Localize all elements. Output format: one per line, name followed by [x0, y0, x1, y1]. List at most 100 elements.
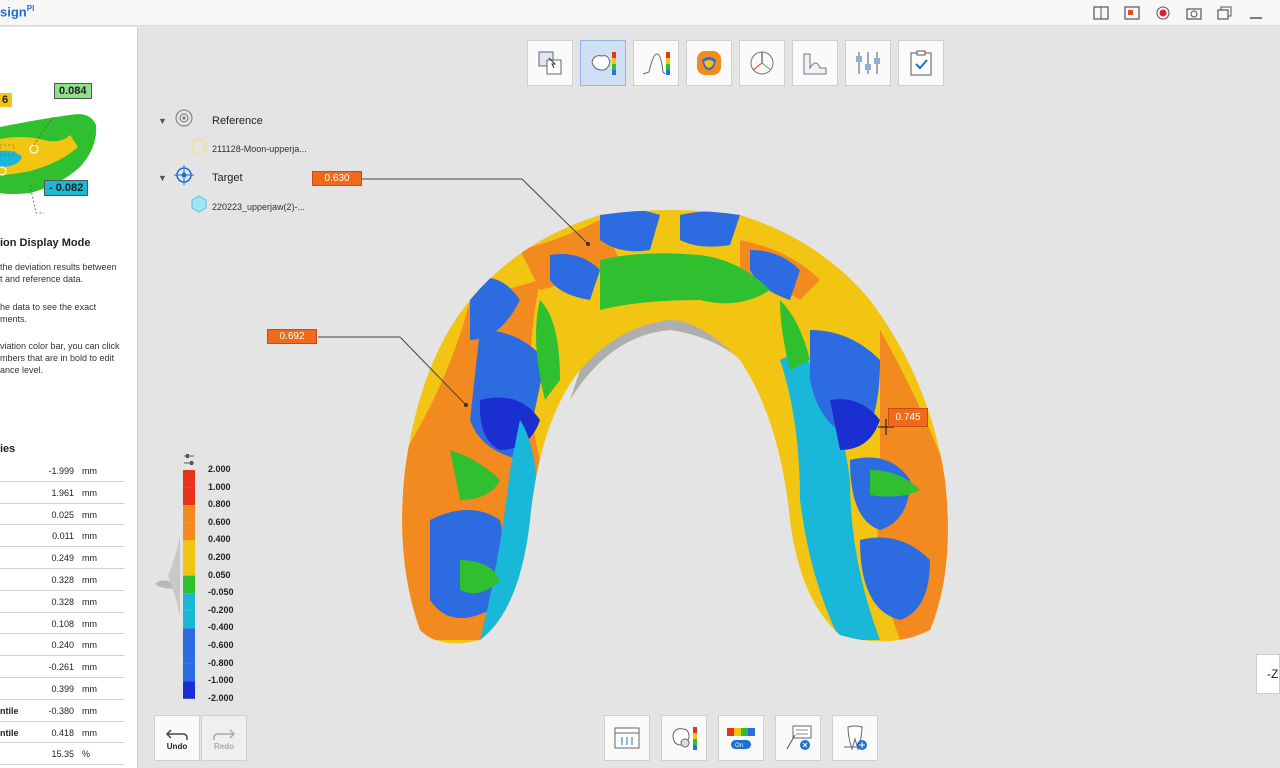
bottom-toolbar: On — [604, 715, 878, 761]
restore-window-icon[interactable] — [1215, 3, 1235, 23]
statistics-value: 0.328 — [51, 596, 74, 607]
camera-icon[interactable] — [1184, 3, 1204, 23]
undo-button[interactable]: Undo — [154, 715, 200, 761]
tree-reference-node[interactable]: ▼ Reference — [158, 108, 263, 133]
statistics-label: ntile — [0, 727, 19, 738]
select-data-tool[interactable] — [527, 40, 573, 86]
deviation-color-tool[interactable] — [580, 40, 626, 86]
collapse-arrow-icon[interactable]: ▼ — [158, 173, 172, 183]
histogram-tool[interactable] — [633, 40, 679, 86]
statistics-row: 0.328 mm — [0, 591, 124, 613]
color-bar-segment[interactable] — [183, 505, 195, 523]
description-line: ments. — [0, 314, 28, 324]
statistics-value: -0.380 — [48, 705, 74, 716]
color-bar-tick-label[interactable]: 0.800 — [208, 499, 231, 509]
hexagon-icon[interactable] — [190, 195, 212, 218]
color-bar-tick-label[interactable]: 0.050 — [208, 570, 231, 580]
title-bar: signPI — [0, 0, 1280, 26]
axis-align-tool[interactable] — [739, 40, 785, 86]
statistics-value: 0.399 — [51, 683, 74, 694]
data-view-tool[interactable] — [604, 715, 650, 761]
report-checklist-tool[interactable] — [898, 40, 944, 86]
color-bar-tick-label[interactable]: 1.000 — [208, 482, 231, 492]
tree-target-file[interactable]: 220223_upperjaw(2)-... — [190, 195, 305, 218]
color-bar-tick-label[interactable]: 0.400 — [208, 534, 231, 544]
thumbnail-max-label: 0.084 — [54, 83, 92, 99]
statistics-value: 0.249 — [51, 553, 74, 564]
minimize-icon[interactable] — [1246, 3, 1266, 23]
description-line: t and reference data. — [0, 274, 84, 284]
deviation-callout[interactable]: 0.745 — [888, 408, 928, 427]
statistics-unit: mm — [82, 509, 97, 520]
statistics-row: 0.011 mm — [0, 525, 124, 548]
remove-annotation-tool[interactable] — [775, 715, 821, 761]
color-bar-segment[interactable] — [183, 610, 195, 629]
statistics-unit: mm — [82, 662, 97, 673]
statistics-value: 0.418 — [51, 727, 74, 738]
color-bar-segment[interactable] — [183, 470, 195, 488]
color-bar-segment[interactable] — [183, 487, 195, 506]
collapse-arrow-icon[interactable]: ▼ — [158, 116, 172, 126]
statistics-value: -0.261 — [48, 662, 74, 673]
deviation-callout[interactable]: 0.692 — [267, 329, 317, 344]
visibility-toggle-icon[interactable] — [190, 137, 212, 160]
statistics-value: 1.961 — [51, 487, 74, 498]
statistics-value: 0.240 — [51, 640, 74, 651]
color-bar-tick-label[interactable]: -0.200 — [208, 605, 234, 615]
help-book-icon[interactable] — [1091, 3, 1111, 23]
statistics-row: -1.999 mm — [0, 460, 124, 482]
color-bar-tick-label[interactable]: -0.600 — [208, 640, 234, 650]
color-bar-tick-label[interactable]: 2.000 — [208, 464, 231, 474]
color-bar-tick-label[interactable]: -0.400 — [208, 622, 234, 632]
color-bar-segment[interactable] — [183, 663, 195, 682]
cross-section-tool[interactable] — [792, 40, 838, 86]
tree-reference-file[interactable]: 211128-Moon-upperja... — [190, 137, 307, 160]
statistics-row: 0.025 mm — [0, 504, 124, 526]
statistics-title: ies — [0, 443, 16, 455]
window-controls — [1091, 3, 1266, 23]
description-line: mbers that are in bold to edit — [0, 353, 115, 363]
view-orientation-widget[interactable]: -Z — [1256, 654, 1280, 694]
statistics-unit: mm — [82, 683, 97, 694]
color-bar-segment[interactable] — [183, 522, 195, 541]
main-toolbar — [527, 40, 944, 86]
statistics-value: 0.025 — [51, 509, 74, 520]
tooth-map-tool[interactable] — [686, 40, 732, 86]
statistics-unit: mm — [82, 487, 97, 498]
color-setting-tool[interactable] — [661, 715, 707, 761]
statistics-unit: mm — [82, 531, 97, 542]
statistics-row: ntile -0.380 mm — [0, 700, 124, 722]
color-bar-segment[interactable] — [183, 628, 195, 646]
reference-icon — [172, 108, 212, 133]
color-bar-tick-label[interactable]: -2.000 — [208, 693, 234, 703]
description-line: viation color bar, you can click — [0, 341, 120, 351]
deviation-callout[interactable]: 0.630 — [312, 171, 362, 186]
deviation-color-bar[interactable] — [150, 466, 200, 706]
color-bar-tick-label[interactable]: 0.200 — [208, 552, 231, 562]
color-bar-segment[interactable] — [183, 540, 195, 558]
tools-settings-tool[interactable] — [845, 40, 891, 86]
color-bar-segment[interactable] — [183, 593, 195, 611]
color-bar-segment[interactable] — [183, 681, 195, 699]
statistics-row: 0.108 mm — [0, 613, 124, 635]
add-tooth-tool[interactable] — [832, 715, 878, 761]
target-label: Target — [212, 171, 243, 184]
statistics-row: 0.399 mm — [0, 678, 124, 700]
description-line: the deviation results between — [0, 262, 117, 272]
color-bar-tick-label[interactable]: -0.800 — [208, 658, 234, 668]
color-bar-tick-label[interactable]: -0.050 — [208, 587, 234, 597]
color-bar-segment[interactable] — [183, 575, 195, 594]
color-bar-segment[interactable] — [183, 646, 195, 664]
statistics-row: -0.261 mm — [0, 656, 124, 678]
color-bar-tick-label[interactable]: -1.000 — [208, 675, 234, 685]
color-bar-tick-label[interactable]: 0.600 — [208, 517, 231, 527]
color-toggle-tool[interactable]: On — [718, 715, 764, 761]
record-icon[interactable] — [1153, 3, 1173, 23]
statistics-unit: mm — [82, 574, 97, 585]
statistics-unit: mm — [82, 618, 97, 629]
color-bar-segment[interactable] — [183, 558, 195, 576]
statistics-value: 0.011 — [52, 531, 74, 542]
screen-capture-icon[interactable] — [1122, 3, 1142, 23]
redo-button[interactable]: Redo — [201, 715, 247, 761]
tree-target-node[interactable]: ▼ Target — [158, 165, 243, 190]
